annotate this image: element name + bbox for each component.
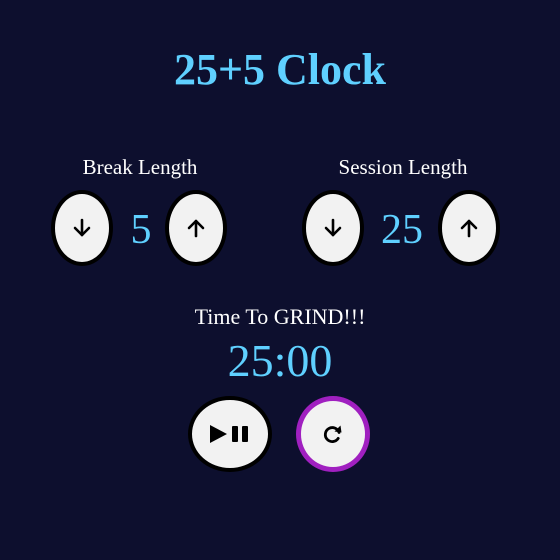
reset-button[interactable] xyxy=(296,396,370,472)
timer-label: Time To GRIND!!! xyxy=(194,304,366,329)
refresh-icon xyxy=(323,425,342,443)
break-increment-button[interactable] xyxy=(165,190,227,266)
page-title: 25+5 Clock xyxy=(173,45,387,94)
play-pause-icon xyxy=(210,425,248,443)
arrow-up-icon xyxy=(187,219,205,238)
session-length-value: 25 xyxy=(381,207,423,253)
session-increment-button[interactable] xyxy=(438,190,500,266)
break-length-value: 5 xyxy=(130,207,152,253)
arrow-up-icon xyxy=(460,219,478,238)
timer-display: 25:00 xyxy=(227,335,333,386)
arrow-down-icon xyxy=(324,218,342,237)
break-length-label: Break Length xyxy=(82,155,198,179)
clock-app: 25+5 Clock Break Length 5 Session Length… xyxy=(0,0,560,560)
arrow-down-icon xyxy=(73,218,91,237)
session-length-label: Session Length xyxy=(338,155,468,179)
break-decrement-button[interactable] xyxy=(51,190,113,266)
start-stop-button[interactable] xyxy=(188,396,272,472)
session-decrement-button[interactable] xyxy=(302,190,364,266)
